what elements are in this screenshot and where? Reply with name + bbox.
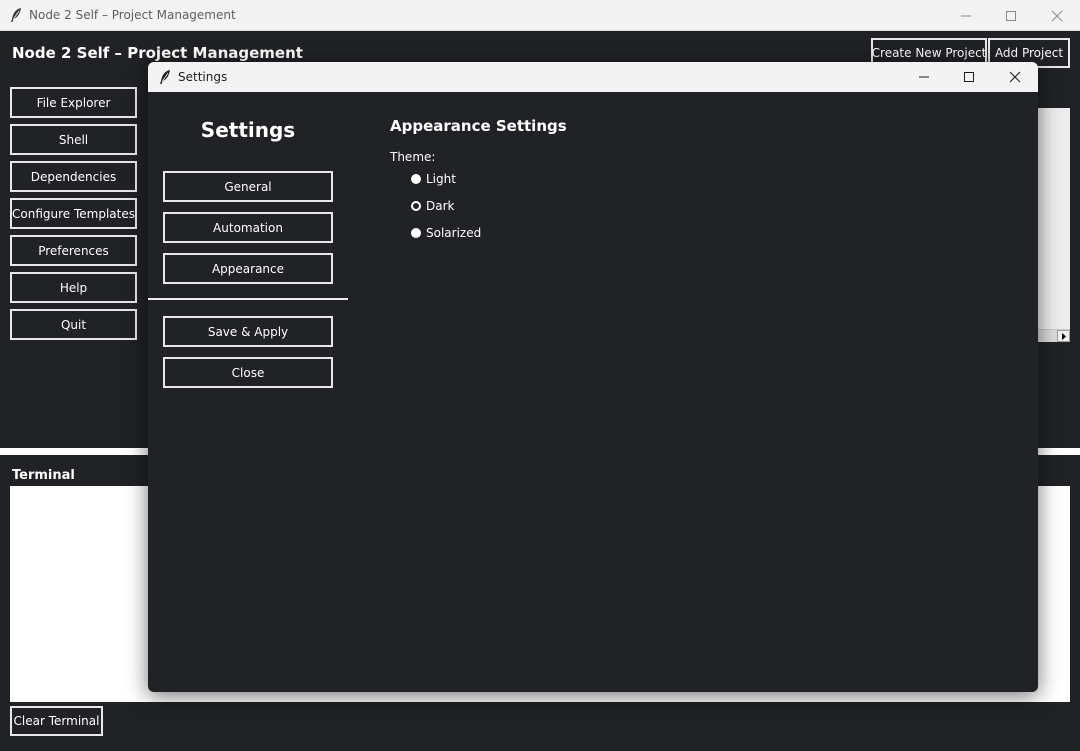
sidebar-item-dependencies[interactable]: Dependencies bbox=[10, 161, 137, 192]
terminal-label: Terminal bbox=[12, 468, 75, 483]
maximize-icon bbox=[1006, 10, 1016, 21]
theme-option-label: Dark bbox=[426, 199, 455, 213]
sidebar-item-quit[interactable]: Quit bbox=[10, 309, 137, 340]
save-apply-button[interactable]: Save & Apply bbox=[163, 316, 333, 347]
theme-label: Theme: bbox=[390, 150, 436, 164]
settings-heading: Settings bbox=[200, 118, 296, 142]
sidebar-item-file-explorer[interactable]: File Explorer bbox=[10, 87, 137, 118]
close-icon bbox=[1051, 10, 1063, 21]
close-button[interactable] bbox=[1034, 0, 1080, 31]
radio-button[interactable] bbox=[411, 228, 421, 238]
sidebar-item-preferences[interactable]: Preferences bbox=[10, 235, 137, 266]
sidebar-item-configure-templates[interactable]: Configure Templates bbox=[10, 198, 137, 229]
window-title: Node 2 Self – Project Management bbox=[29, 8, 236, 22]
nav-general-button[interactable]: General bbox=[163, 171, 333, 202]
theme-option-label: Light bbox=[426, 172, 456, 186]
feather-icon bbox=[159, 69, 171, 89]
nav-appearance-button[interactable]: Appearance bbox=[163, 253, 333, 284]
settings-dialog: Settings Settings General Automation App… bbox=[148, 62, 1038, 692]
appearance-settings-heading: Appearance Settings bbox=[390, 117, 567, 135]
clear-terminal-button[interactable]: Clear Terminal bbox=[10, 706, 103, 736]
sidebar-item-help[interactable]: Help bbox=[10, 272, 137, 303]
settings-window-title: Settings bbox=[178, 70, 228, 84]
horizontal-scrollbar[interactable] bbox=[1038, 329, 1070, 342]
dialog-minimize-button[interactable] bbox=[901, 62, 947, 92]
radio-button[interactable] bbox=[411, 174, 421, 184]
minimize-button[interactable] bbox=[943, 0, 989, 31]
main-titlebar[interactable]: Node 2 Self – Project Management bbox=[0, 0, 1080, 31]
close-dialog-button[interactable]: Close bbox=[163, 357, 333, 388]
minimize-icon bbox=[961, 15, 971, 16]
scroll-right-button[interactable] bbox=[1057, 330, 1070, 342]
settings-titlebar[interactable]: Settings bbox=[148, 62, 1038, 92]
nav-separator bbox=[148, 298, 348, 300]
theme-option-solarized[interactable]: Solarized bbox=[411, 224, 481, 242]
nav-automation-button[interactable]: Automation bbox=[163, 212, 333, 243]
minimize-icon bbox=[919, 76, 929, 78]
maximize-icon bbox=[964, 72, 974, 82]
theme-option-light[interactable]: Light bbox=[411, 170, 456, 188]
maximize-button[interactable] bbox=[988, 0, 1034, 31]
dialog-close-button[interactable] bbox=[992, 62, 1038, 92]
radio-button-selected[interactable] bbox=[411, 201, 421, 211]
feather-icon bbox=[10, 7, 22, 27]
close-icon bbox=[1009, 71, 1021, 83]
dialog-maximize-button[interactable] bbox=[946, 62, 992, 92]
project-list-panel bbox=[1038, 108, 1070, 330]
sidebar-item-shell[interactable]: Shell bbox=[10, 124, 137, 155]
theme-option-label: Solarized bbox=[426, 226, 482, 240]
app-heading: Node 2 Self – Project Management bbox=[12, 44, 303, 62]
theme-option-dark[interactable]: Dark bbox=[411, 197, 454, 215]
arrow-right-icon bbox=[1061, 332, 1066, 340]
